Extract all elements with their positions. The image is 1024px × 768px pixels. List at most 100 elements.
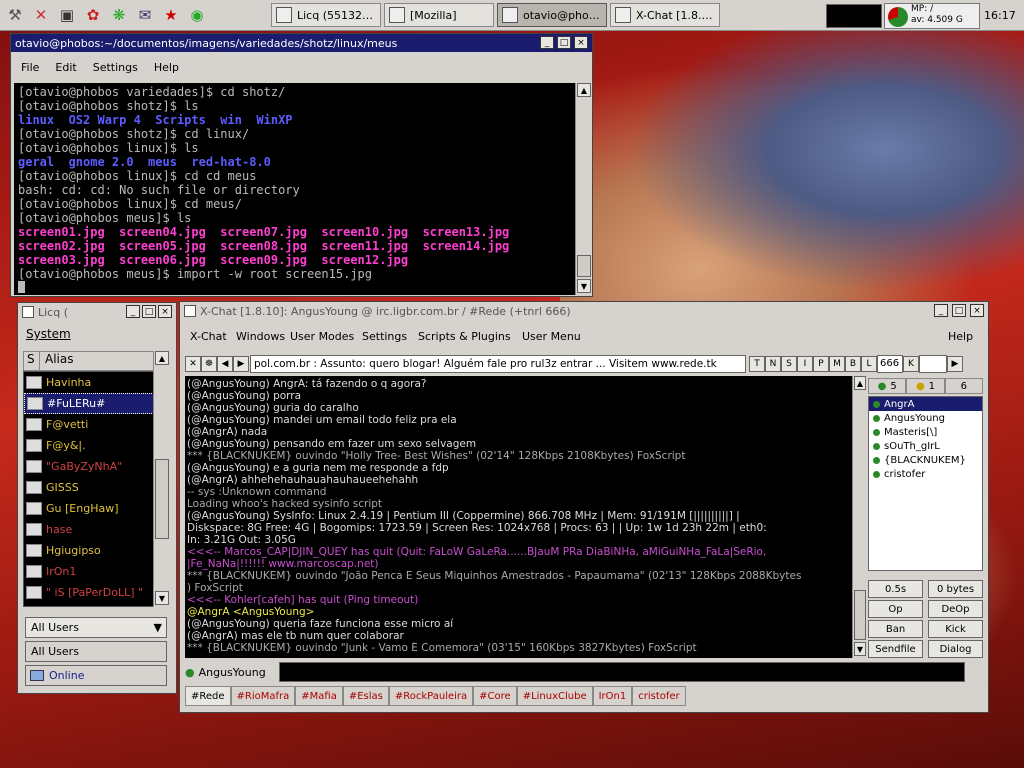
tab-core[interactable]: #Core [473,686,517,706]
contact-row[interactable]: Hgiugipso [24,540,162,561]
deop-button[interactable]: DeOp [928,600,983,618]
tab-mafia[interactable]: #Mafia [295,686,343,706]
mode-button-m[interactable]: M [829,356,845,372]
arrow-left-icon[interactable]: ◀ [217,356,233,372]
group-combo[interactable]: All Users ▼ [25,617,167,638]
status-combo[interactable]: Online [25,665,167,686]
mode-button-p[interactable]: P [813,356,829,372]
xchat-icon[interactable]: ◉ [186,4,208,26]
menu-item-user-menu[interactable]: User Menu [522,330,581,343]
menu-item-settings[interactable]: Settings [93,61,138,74]
contact-row[interactable]: GISSS [24,477,162,498]
mode-button-b[interactable]: B [845,356,861,372]
minimize-button[interactable]: _ [540,36,554,49]
contact-row[interactable]: #FuLERu# [24,393,162,414]
key-input[interactable] [919,355,947,373]
chat-scroll-thumb[interactable] [854,590,866,640]
close-tab-icon[interactable]: ✕ [185,356,201,372]
nick-button[interactable]: AngusYoung [199,666,279,679]
menu-item-help[interactable]: Help [154,61,179,74]
scroll-up-arrow[interactable]: ▲ [577,83,591,97]
mail-icon[interactable]: ✉ [134,4,156,26]
menu-item-edit[interactable]: Edit [55,61,76,74]
task-button[interactable]: [Mozilla] [384,3,494,27]
xchat-maximize-button[interactable]: □ [952,304,966,317]
mode-button-s[interactable]: S [781,356,797,372]
contact-row[interactable]: F@y&|. [24,435,162,456]
contact-row[interactable]: IrOn1 [24,561,162,582]
chat-scroll-down[interactable]: ▼ [854,642,866,656]
flower-icon[interactable]: ❋ [108,4,130,26]
tab-iron1[interactable]: IrOn1 [592,686,633,706]
contact-scroll-thumb[interactable] [155,459,169,539]
terminal-scrollbar[interactable]: ▲ ▼ [575,83,592,295]
chat-text-area[interactable]: (@AngusYoung) AngrA: tá fazendo o q agor… [185,376,853,658]
close-button[interactable]: × [574,36,588,49]
contact-scrollbar[interactable]: ▲ ▼ [153,351,169,607]
hide-userlist-arrow-icon[interactable]: ▶ [947,356,963,372]
chat-scrollbar[interactable]: ▲ ▼ [852,376,867,658]
terminal-titlebar[interactable]: otavio@phobos:~/documentos/imagens/varie… [11,34,592,52]
tab-eslas[interactable]: #Eslas [342,686,389,706]
task-button[interactable]: Licq (55132… [271,3,381,27]
licq-maximize-button[interactable]: □ [142,305,156,318]
mode-button-i[interactable]: I [797,356,813,372]
contact-row[interactable]: "GaByZyNhA" [24,456,162,477]
menu-item-help[interactable]: Help [948,330,973,343]
xchat-minimize-button[interactable]: _ [934,304,948,317]
menu-item-scripts-plugins[interactable]: Scripts & Plugins [418,330,511,343]
tools-icon[interactable]: ⚒ [4,4,26,26]
contact-scroll-down[interactable]: ▼ [155,591,169,605]
user-row[interactable]: AngrA [869,397,982,411]
xchat-close-button[interactable]: × [970,304,984,317]
chat-scroll-up[interactable]: ▲ [854,376,866,390]
arrow-right-icon[interactable]: ▶ [233,356,249,372]
bomb-icon[interactable]: ☸ [201,356,217,372]
contact-row[interactable]: Havinha [24,372,162,393]
contact-scroll-up[interactable]: ▲ [155,351,169,365]
task-button[interactable]: otavio@pho… [497,3,607,27]
menu-item-user-modes[interactable]: User Modes [290,330,354,343]
mode-button-t[interactable]: T [749,356,765,372]
status-column-header[interactable]: S [24,352,40,370]
tab-rockpauleira[interactable]: #RockPauleira [388,686,474,706]
mode-button-n[interactable]: N [765,356,781,372]
menu-item-windows[interactable]: Windows [236,330,285,343]
kick-button[interactable]: Kick [928,620,983,638]
menu-item-x-chat[interactable]: X-Chat [190,330,227,343]
star-icon[interactable]: ★ [160,4,182,26]
limit-input[interactable]: 666 [877,355,903,373]
ban-button[interactable]: Ban [868,620,923,638]
tab-riomafra[interactable]: #RioMafra [230,686,296,706]
xchat-titlebar[interactable]: X-Chat [1.8.10]: AngusYoung @ irc.ligbr.… [180,302,988,320]
user-row[interactable]: AngusYoung [869,411,982,425]
redbug-icon[interactable]: ✿ [82,4,104,26]
dialog-button[interactable]: Dialog [928,640,983,658]
licq-close-button[interactable]: × [158,305,172,318]
sendfile-button[interactable]: Sendfile [868,640,923,658]
user-row[interactable]: {BLACKNUKEM} [869,453,982,467]
contact-row[interactable]: " iS [PaPerDoLL] " [24,582,162,603]
menu-item-file[interactable]: File [21,61,39,74]
task-button[interactable]: X-Chat [1.8.… [610,3,720,27]
topic-input[interactable]: pol.com.br : Assunto: quero blogar! Algu… [250,355,746,373]
licq-minimize-button[interactable]: _ [126,305,140,318]
contact-row[interactable]: ("#Jessinh@#") [24,603,162,606]
tab-rede[interactable]: #Rede [185,686,231,706]
message-input[interactable] [278,662,965,682]
maximize-button[interactable]: □ [557,36,571,49]
scroll-down-arrow[interactable]: ▼ [577,279,591,293]
contact-row[interactable]: F@vetti [24,414,162,435]
tab-cristofer[interactable]: cristofer [632,686,686,706]
tab-linuxclube[interactable]: #LinuxClube [516,686,593,706]
terminal-output[interactable]: [otavio@phobos variedades]$ cd shotz/[ot… [14,83,575,295]
user-row[interactable]: cristofer [869,467,982,481]
menu-item-settings[interactable]: Settings [362,330,407,343]
contact-row[interactable]: hase [24,519,162,540]
alias-column-header[interactable]: Alias [40,352,73,370]
scroll-thumb[interactable] [577,255,591,277]
pager[interactable] [826,4,882,28]
licq-titlebar[interactable]: Licq ( _ □ × [18,303,176,321]
op-button[interactable]: Op [868,600,923,618]
user-row[interactable]: sOuTh_gIrL [869,439,982,453]
